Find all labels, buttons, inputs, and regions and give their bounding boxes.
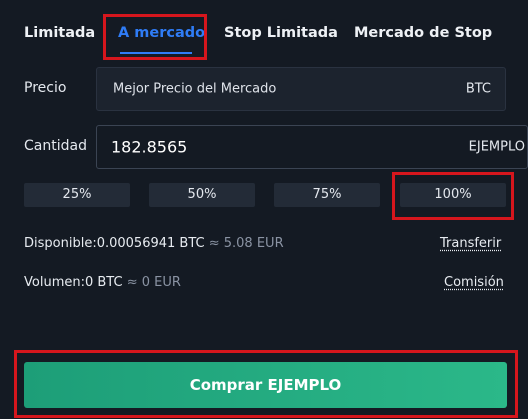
available-balance: Disponible:0.00056941 BTC ≈ 5.08 EUR — [24, 236, 284, 251]
price-label: Precio — [24, 80, 67, 96]
available-value: 0.00056941 BTC — [96, 236, 205, 251]
available-approx: ≈ 5.08 EUR — [208, 236, 284, 251]
volume-info: Volumen:0 BTC ≈ 0 EUR — [24, 275, 181, 290]
percent-75-button[interactable]: 75% — [274, 183, 380, 207]
quantity-field: EJEMPLO — [96, 125, 528, 169]
price-field: Mejor Precio del Mercado BTC — [96, 67, 506, 111]
buy-button[interactable]: Comprar EJEMPLO — [24, 362, 507, 408]
available-label: Disponible: — [24, 236, 97, 251]
quantity-label: Cantidad — [24, 138, 87, 154]
transfer-link[interactable]: Transferir — [440, 236, 501, 251]
price-unit: BTC — [465, 81, 491, 97]
volume-label: Volumen: — [24, 275, 85, 290]
percent-100-button[interactable]: 100% — [400, 183, 506, 207]
tab-mercado-de-stop[interactable]: Mercado de Stop — [354, 25, 492, 41]
price-value: Mejor Precio del Mercado — [113, 81, 277, 97]
percent-50-button[interactable]: 50% — [149, 183, 255, 207]
volume-approx: ≈ 0 EUR — [126, 275, 181, 290]
tab-limitada[interactable]: Limitada — [24, 25, 95, 41]
tab-a-mercado[interactable]: A mercado — [118, 25, 205, 41]
tab-stop-limitada[interactable]: Stop Limitada — [224, 25, 338, 41]
active-tab-indicator — [120, 52, 192, 54]
quantity-input[interactable] — [111, 137, 391, 157]
percent-25-button[interactable]: 25% — [24, 183, 130, 207]
commission-link[interactable]: Comisión — [444, 275, 504, 290]
order-type-tabs: Limitada A mercado Stop Limitada Mercado… — [0, 0, 528, 62]
volume-value: 0 BTC — [84, 275, 123, 290]
quantity-unit: EJEMPLO — [468, 139, 525, 155]
